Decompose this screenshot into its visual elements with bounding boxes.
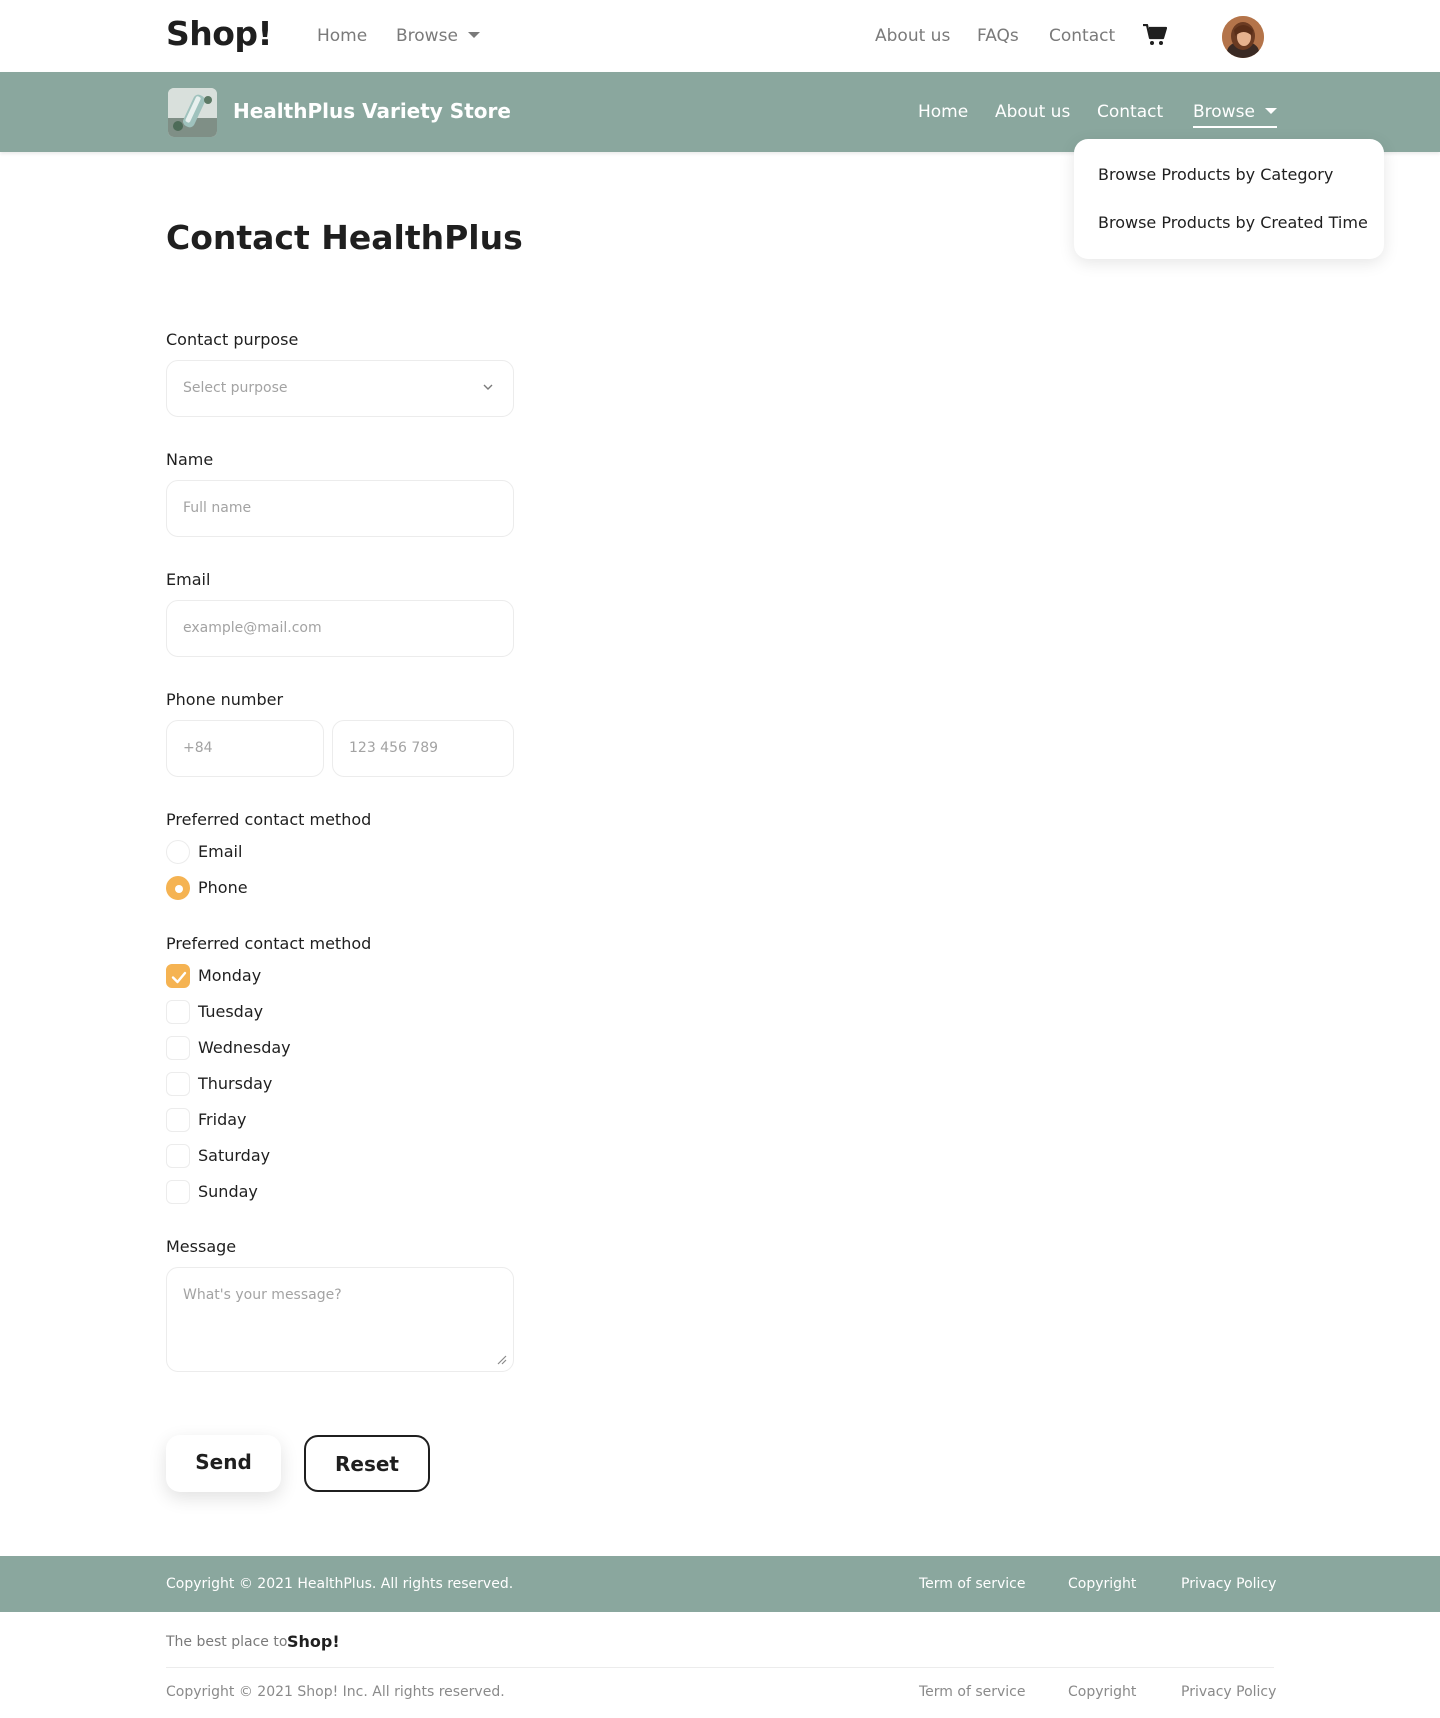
page-title: Contact HealthPlus: [166, 218, 523, 257]
checkbox-label: Tuesday: [198, 1002, 264, 1021]
checkbox[interactable]: [166, 1000, 190, 1024]
nav-browse-dropdown[interactable]: Browse: [396, 26, 480, 46]
phone-number-field[interactable]: 123 456 789: [332, 720, 514, 777]
checkbox-label: Wednesday: [198, 1038, 291, 1057]
checkbox-label: Saturday: [198, 1146, 271, 1165]
top-navbar: Shop! Home Browse About us FAQs Contact: [0, 0, 1440, 72]
email-field[interactable]: example@mail.com: [166, 600, 514, 657]
resize-handle-icon[interactable]: [495, 1353, 507, 1365]
name-field[interactable]: Full name: [166, 480, 514, 537]
message-label: Message: [166, 1237, 237, 1256]
chevron-down-icon: [483, 384, 493, 390]
cart-icon[interactable]: [1143, 24, 1167, 46]
phone-label: Phone number: [166, 690, 284, 709]
radio-label: Email: [198, 842, 243, 861]
user-avatar[interactable]: [1222, 16, 1264, 58]
checkbox-label: Friday: [198, 1110, 247, 1129]
radio-button[interactable]: [166, 876, 190, 900]
footer-brand[interactable]: Shop!: [287, 1632, 340, 1651]
checkbox-label: Sunday: [198, 1182, 258, 1201]
checkbox[interactable]: [166, 1180, 190, 1204]
checkbox-label: Thursday: [198, 1074, 273, 1093]
nav-faqs-link[interactable]: FAQs: [977, 26, 1019, 46]
radio-button[interactable]: [166, 840, 190, 864]
menu-item-browse-category[interactable]: Browse Products by Category: [1098, 165, 1333, 184]
nav-browse-label: Browse: [396, 26, 458, 46]
store-footer-copyright: Copyright © 2021 HealthPlus. All rights …: [166, 1576, 514, 1592]
checkbox[interactable]: [166, 1072, 190, 1096]
checkmark-icon: [171, 971, 187, 984]
message-placeholder: What's your message?: [183, 1287, 342, 1303]
store-home-link[interactable]: Home: [918, 102, 968, 122]
purpose-select[interactable]: Select purpose: [166, 360, 514, 417]
email-placeholder: example@mail.com: [183, 620, 322, 636]
name-label: Name: [166, 450, 214, 469]
menu-item-browse-created-time[interactable]: Browse Products by Created Time: [1098, 213, 1368, 232]
purpose-label: Contact purpose: [166, 330, 299, 349]
store-contact-link[interactable]: Contact: [1097, 102, 1163, 122]
store-browse-label: Browse: [1193, 102, 1255, 122]
site-footer-copyright-link[interactable]: Copyright: [1068, 1684, 1136, 1700]
store-logo[interactable]: [168, 88, 217, 137]
store-footer-terms-link[interactable]: Term of service: [919, 1576, 1025, 1592]
contact-days-label: Preferred contact method: [166, 934, 372, 953]
checkbox[interactable]: [166, 964, 190, 988]
site-logo[interactable]: Shop!: [166, 14, 273, 53]
checkbox-label: Monday: [198, 966, 262, 985]
nav-contact-link[interactable]: Contact: [1049, 26, 1115, 46]
site-footer-terms-link[interactable]: Term of service: [919, 1684, 1025, 1700]
store-name[interactable]: HealthPlus Variety Store: [233, 99, 511, 123]
phone-number-placeholder: 123 456 789: [349, 740, 439, 756]
nav-about-link[interactable]: About us: [875, 26, 950, 46]
site-footer-privacy-link[interactable]: Privacy Policy: [1181, 1684, 1276, 1700]
send-button[interactable]: Send: [166, 1435, 281, 1492]
store-about-link[interactable]: About us: [995, 102, 1070, 122]
email-label: Email: [166, 570, 211, 589]
browse-dropdown-menu: Browse Products by Category Browse Produ…: [1074, 139, 1384, 259]
message-textarea[interactable]: What's your message?: [166, 1267, 514, 1372]
nav-home-link[interactable]: Home: [317, 26, 367, 46]
site-footer-copyright: Copyright © 2021 Shop! Inc. All rights r…: [166, 1684, 505, 1700]
store-footer-privacy-link[interactable]: Privacy Policy: [1181, 1576, 1276, 1592]
contact-method-label: Preferred contact method: [166, 810, 372, 829]
footer-divider: [166, 1667, 1274, 1668]
store-browse-dropdown[interactable]: Browse: [1193, 102, 1277, 128]
footer-tagline: The best place to: [166, 1634, 288, 1650]
phone-code-field[interactable]: +84: [166, 720, 324, 777]
caret-down-icon: [1264, 108, 1277, 114]
name-placeholder: Full name: [183, 500, 252, 516]
purpose-placeholder: Select purpose: [183, 380, 288, 396]
checkbox[interactable]: [166, 1108, 190, 1132]
caret-down-icon: [467, 32, 480, 38]
reset-button[interactable]: Reset: [304, 1435, 430, 1492]
checkbox[interactable]: [166, 1036, 190, 1060]
phone-code-placeholder: +84: [183, 740, 213, 756]
store-footer-copyright-link[interactable]: Copyright: [1068, 1576, 1136, 1592]
checkbox[interactable]: [166, 1144, 190, 1168]
store-footer: Copyright © 2021 HealthPlus. All rights …: [0, 1556, 1440, 1612]
radio-label: Phone: [198, 878, 248, 897]
